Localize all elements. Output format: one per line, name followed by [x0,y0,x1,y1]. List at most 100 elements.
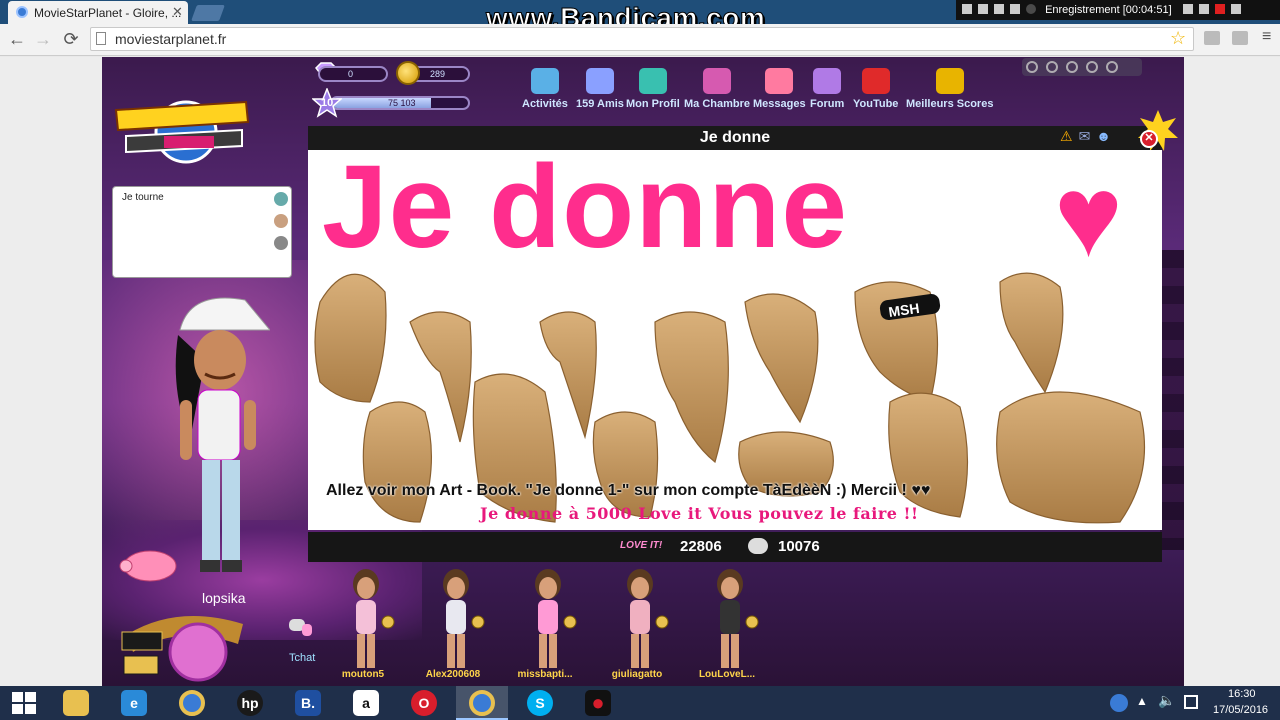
report-icon[interactable]: ⚠ [1060,128,1073,145]
player-avatar[interactable] [150,290,270,580]
recording-status: Enregistrement [00:04:51] [1045,4,1172,16]
pen-icon[interactable] [1182,4,1193,14]
address-bar[interactable]: moviestarplanet.fr [90,27,1194,51]
new-tab-button[interactable] [191,5,225,21]
browser-menu-icon[interactable]: ≡ [1262,28,1271,46]
extension-icon[interactable] [1204,31,1220,45]
nav-friends[interactable]: 159 Amis [576,68,624,110]
add-friend-icon[interactable]: ☻ [1096,128,1111,144]
windows-start-icon[interactable] [12,692,36,714]
recorder-bar: Enregistrement [00:04:51] [956,0,1280,20]
comment-icon[interactable] [748,538,768,554]
taskbar-app[interactable]: hp [224,686,276,720]
heart-icon: ♥ [1054,151,1123,281]
taskbar-app[interactable] [456,686,508,720]
taskbar-app[interactable]: S [514,686,566,720]
crowd-silhouette [1160,250,1184,550]
friend-avatar[interactable] [518,566,588,686]
friend-avatar[interactable] [336,566,406,686]
taskbar-app[interactable]: O [398,686,450,720]
reload-button[interactable]: ⟳ [60,29,82,50]
network-icon[interactable] [1184,695,1198,709]
amazon-icon: a [353,690,379,716]
tchat-icon[interactable] [288,618,314,640]
friend-name[interactable]: Alex200608 [408,669,498,680]
artbook-actions: ⚠ ✉ ☻ [1060,128,1117,146]
taskbar-app[interactable]: ● [572,686,624,720]
outfit-icon[interactable] [274,236,288,250]
nav-room[interactable]: Ma Chambre [684,68,750,110]
tchat-label[interactable]: Tchat [289,652,315,664]
nav-profile[interactable]: Mon Profil [626,68,680,110]
face-icon[interactable] [274,214,288,228]
star-vip-badge[interactable] [118,604,253,686]
nav-forum[interactable]: Forum [810,68,844,110]
nav-trophy[interactable]: Meilleurs Scores [906,68,993,110]
friend-avatar[interactable] [610,566,680,686]
address-text: moviestarplanet.fr [115,31,227,47]
ie-icon: e [121,690,147,716]
bandicam-icon: ● [585,690,611,716]
artbook-description: Allez voir mon Art - Book. "Je donne 1-"… [326,482,931,499]
nav-youtube[interactable]: YouTube [853,68,898,110]
taskbar-app[interactable] [166,686,218,720]
taskbar-app[interactable]: B. [282,686,334,720]
browser-tab[interactable]: MovieStarPlanet - Gloire, ... [8,1,188,24]
flag-icon[interactable] [1026,61,1038,73]
friend-avatar[interactable] [426,566,496,686]
taskbar-app[interactable]: a [340,686,392,720]
extension-icon[interactable] [1232,31,1248,45]
pause-icon[interactable] [1198,4,1209,14]
camera-icon[interactable] [1230,4,1241,14]
webcam-icon[interactable] [1010,4,1020,14]
chrome-active-icon [469,690,495,716]
logout-icon[interactable] [1106,61,1118,73]
love-it-button[interactable]: LOVE IT! [620,540,662,551]
nav-activities[interactable]: Activités [522,68,568,110]
friend-name[interactable]: LouLoveL... [682,669,772,680]
piggy-bank-icon[interactable] [118,544,180,584]
chat-message: Je tourne [122,192,164,203]
taskbar-app[interactable] [50,686,102,720]
clock-time[interactable]: 16:30 [1228,688,1256,700]
gear-icon[interactable] [1086,61,1098,73]
pose-icon[interactable] [274,192,288,206]
taskbar-app[interactable]: e [108,686,160,720]
settings-icon[interactable] [1046,61,1058,73]
bookmark-star-icon[interactable]: ☆ [1170,28,1186,49]
close-icon[interactable]: ✕ [1140,130,1158,148]
love-count: 22806 [680,538,722,555]
nav-messages[interactable]: Messages [753,68,806,110]
moviestarplanet-logo[interactable] [106,80,256,166]
forward-button[interactable]: → [32,29,54,50]
hp-icon: hp [237,690,263,716]
chrome-icon [179,690,205,716]
pin-icon[interactable] [962,4,972,14]
help-icon[interactable] [1066,61,1078,73]
volume-icon[interactable]: 🔈 [1158,692,1175,709]
moviestarplanet-favicon-icon [16,6,28,18]
forum-icon [813,68,842,94]
chevron-up-icon[interactable]: ▲ [1136,694,1148,708]
clock-date[interactable]: 17/05/2016 [1213,704,1268,716]
friend-avatar[interactable] [700,566,770,686]
search-icon[interactable] [994,4,1004,14]
mail-icon[interactable]: ✉ [1079,128,1091,145]
tab-close-icon[interactable]: ✕ [172,4,183,20]
nav-label: Mon Profil [626,98,680,110]
friend-name[interactable]: giuliagatto [592,669,682,680]
diamond-counter[interactable]: 0 [318,66,388,82]
friend-name[interactable]: mouton5 [318,669,408,680]
stop-icon[interactable] [1214,4,1225,14]
page-icon [96,32,106,45]
window-icon[interactable] [978,4,988,14]
chrome-tray-icon[interactable] [1110,694,1128,712]
xp-text: 75 103 [388,98,416,108]
level-number: 10 [321,97,334,109]
nav-label: Activités [522,98,568,110]
youtube-icon [861,68,890,94]
record-icon[interactable] [1026,4,1036,14]
explorer-icon [63,690,89,716]
back-button[interactable]: ← [6,29,28,50]
friend-name[interactable]: missbapti... [500,669,590,680]
